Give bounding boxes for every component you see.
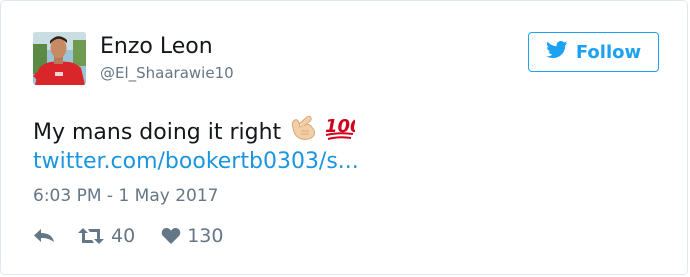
reply-button[interactable] bbox=[33, 228, 55, 244]
retweet-count: 40 bbox=[111, 225, 136, 247]
retweet-icon bbox=[77, 226, 105, 246]
hundred-points-emoji: 100 bbox=[323, 114, 363, 151]
display-name[interactable]: Enzo Leon bbox=[100, 33, 213, 61]
tweet-text-content: My mans doing it right bbox=[33, 119, 282, 145]
retweet-button[interactable]: 40 bbox=[77, 225, 135, 247]
tweet-actions: 40 130 bbox=[33, 222, 223, 250]
tweet-text: My mans doing it right 100 bbox=[33, 114, 363, 151]
tweet-timestamp[interactable]: 6:03 PM - 1 May 2017 bbox=[33, 184, 218, 208]
avatar[interactable] bbox=[33, 32, 86, 85]
twitter-bird-icon bbox=[545, 41, 568, 63]
tweet-link[interactable]: twitter.com/bookertb0303/s... bbox=[33, 147, 359, 177]
follow-label: Follow bbox=[575, 41, 642, 63]
user-handle[interactable]: @El_Shaarawie10 bbox=[100, 63, 234, 83]
reply-icon bbox=[33, 228, 55, 244]
like-count: 130 bbox=[187, 225, 224, 247]
call-me-hand-emoji bbox=[287, 114, 317, 151]
tweet-card: Enzo Leon @El_Shaarawie10 Follow My mans… bbox=[0, 0, 688, 275]
heart-icon bbox=[161, 227, 181, 245]
like-button[interactable]: 130 bbox=[161, 225, 223, 247]
follow-button[interactable]: Follow bbox=[528, 32, 659, 72]
